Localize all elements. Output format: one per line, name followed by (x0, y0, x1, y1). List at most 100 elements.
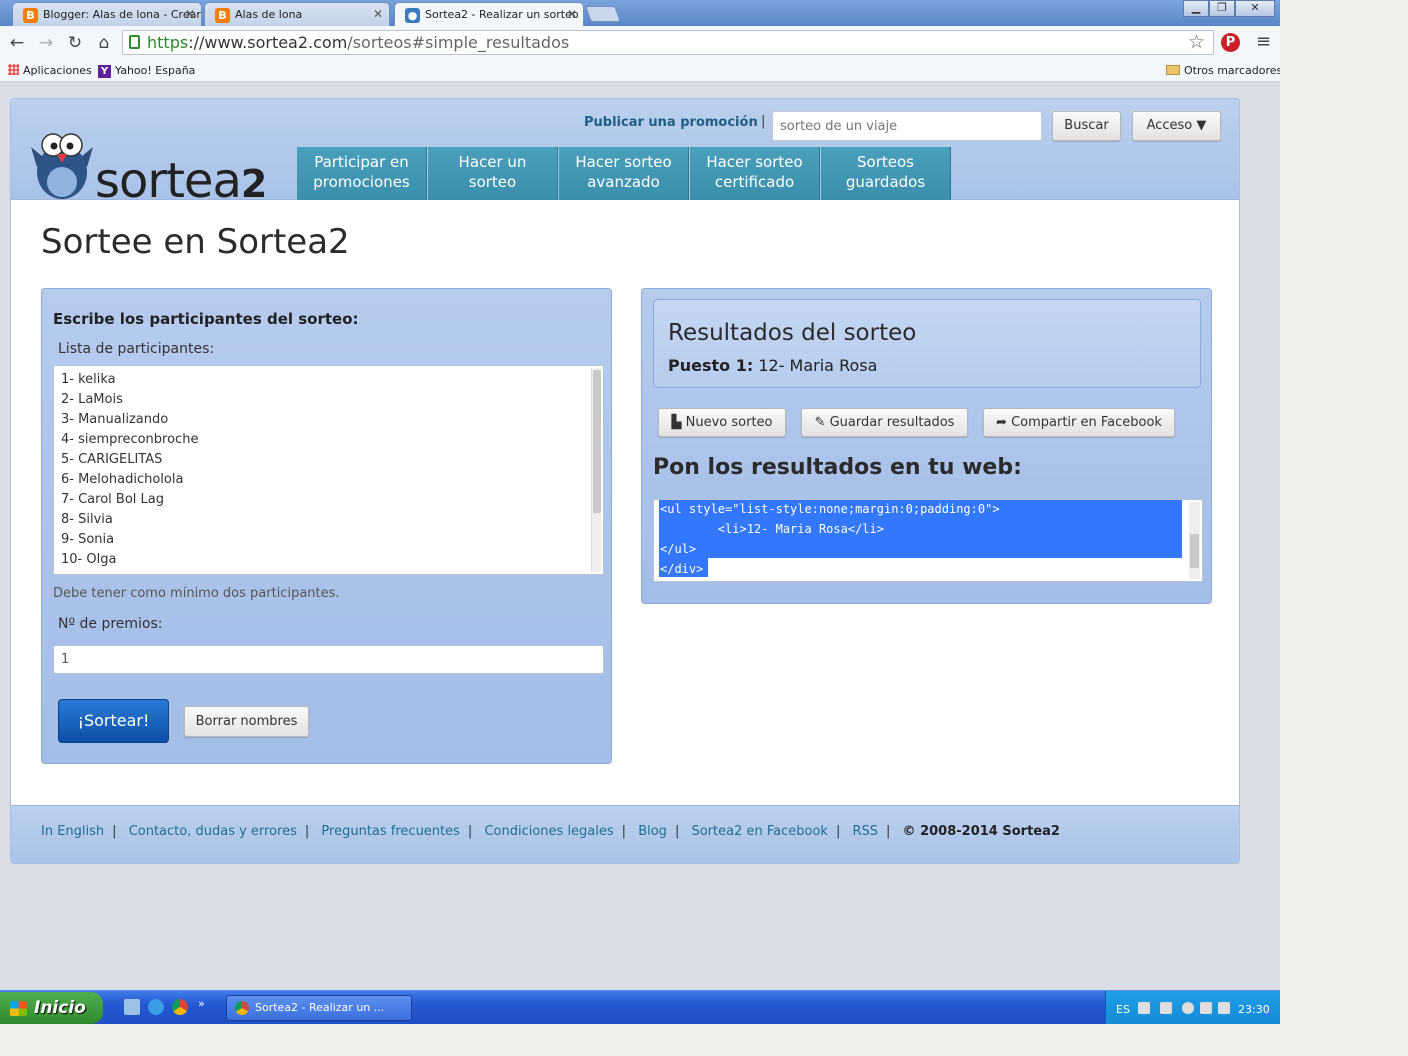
new-draw-button[interactable]: ▙ Nuevo sorteo (658, 408, 786, 437)
bookmark-star-icon[interactable]: ☆ (1188, 31, 1205, 53)
code-line: <li>12- Maria Rosa</li> (660, 522, 884, 536)
close-icon[interactable]: ✕ (185, 7, 195, 21)
embed-code-textarea[interactable]: <ul style="list-style:none;margin:0;padd… (653, 499, 1203, 582)
footer-link-blog[interactable]: Blog (638, 824, 667, 839)
chrome-icon[interactable] (172, 999, 188, 1015)
bookmark-apps[interactable]: Aplicaciones (8, 64, 92, 77)
start-button[interactable]: Inicio (0, 992, 103, 1024)
chrome-icon (235, 1001, 249, 1015)
network-icon[interactable] (1160, 1002, 1172, 1014)
chevron-right-icon[interactable]: » (198, 997, 205, 1010)
footer-link-legal[interactable]: Condiciones legales (484, 824, 613, 839)
address-bar[interactable]: https://www.sortea2.com/sorteos#simple_r… (122, 30, 1214, 55)
participant-line: 3- Manualizando (61, 412, 169, 427)
winner-label: Puesto 1: (668, 356, 754, 375)
scrollbar-thumb[interactable] (593, 370, 601, 513)
nav-sorteo-certificado[interactable]: Hacer sorteo certificado (690, 147, 820, 200)
participant-line: 5- CARIGELITAS (61, 452, 163, 467)
desktop-screen: B Blogger: Alas de lona - Crear ✕ B Alas… (0, 0, 1280, 1024)
url-path: /sorteos#simple_resultados (347, 33, 570, 52)
search-input[interactable] (772, 111, 1042, 141)
home-icon[interactable]: ⌂ (93, 32, 115, 54)
access-dropdown-button[interactable]: Acceso ▼ (1132, 111, 1221, 141)
internet-explorer-icon[interactable] (148, 999, 164, 1015)
participants-label: Lista de participantes: (58, 341, 215, 357)
close-window-button[interactable]: ✕ (1235, 0, 1275, 17)
sortea2-icon: ● (405, 8, 420, 23)
taskbar-window-label: Sortea2 - Realizar un ... (255, 1001, 385, 1014)
minimize-button[interactable]: ▁ (1183, 0, 1209, 17)
participants-textarea[interactable]: 1- kelika 2- LaMois 3- Manualizando 4- s… (53, 365, 604, 575)
nav-sorteo-avanzado[interactable]: Hacer sorteo avanzado (559, 147, 689, 200)
close-icon[interactable]: ✕ (567, 7, 577, 21)
publish-promo-link[interactable]: Publicar una promoción (584, 115, 758, 130)
form-heading: Escribe los participantes del sorteo: (53, 310, 359, 328)
page-title: Sortee en Sortea2 (41, 222, 350, 262)
clock: 23:30 (1238, 1003, 1270, 1016)
participant-line: 4- siempreconbroche (61, 432, 199, 447)
url-scheme: https (147, 33, 189, 52)
share-facebook-button[interactable]: ➦ Compartir en Facebook (983, 408, 1175, 437)
tab-alas-de-lona[interactable]: B Alas de lona ✕ (204, 2, 390, 26)
nav-label: avanzado (587, 173, 660, 191)
footer-link-faq[interactable]: Preguntas frecuentes (321, 824, 460, 839)
min-participants-note: Debe tener como mínimo dos participantes… (53, 586, 340, 601)
prizes-input[interactable] (53, 645, 604, 674)
nav-label: sorteo (468, 173, 517, 191)
tab-sortea2[interactable]: ● Sortea2 - Realizar un sorteo ✕ (394, 2, 584, 27)
tab-blogger-crear[interactable]: B Blogger: Alas de lona - Crear ✕ (12, 2, 202, 26)
reload-icon[interactable]: ↻ (64, 32, 86, 54)
textarea-scrollbar[interactable] (591, 368, 601, 572)
footer-link-contact[interactable]: Contacto, dudas y errores (129, 824, 297, 839)
show-desktop-icon[interactable] (124, 999, 140, 1015)
bookmark-other[interactable]: Otros marcadores (1166, 64, 1280, 77)
new-tab-button[interactable] (585, 6, 621, 22)
volume-icon[interactable] (1200, 1002, 1212, 1014)
bookmark-yahoo[interactable]: Y Yahoo! España (98, 64, 195, 78)
results-title: Resultados del sorteo (668, 320, 917, 346)
pinterest-icon[interactable]: P (1221, 33, 1240, 52)
restore-button[interactable]: ❐ (1209, 0, 1235, 17)
scrollbar-thumb[interactable] (1190, 534, 1199, 568)
chevron-left-icon[interactable] (1182, 1002, 1194, 1014)
footer-separator: | (112, 824, 117, 839)
nav-hacer-sorteo[interactable]: Hacer un sorteo (428, 147, 558, 200)
taskbar-window-chrome[interactable]: Sortea2 - Realizar un ... (226, 995, 412, 1021)
language-indicator[interactable]: ES (1116, 1003, 1130, 1016)
footer-link-english[interactable]: In English (41, 824, 104, 839)
share-icon: ➦ (996, 415, 1007, 430)
winner-line: Puesto 1: 12- Maria Rosa (668, 356, 877, 375)
code-line: </ul> (660, 542, 697, 556)
help-icon[interactable] (1138, 1002, 1150, 1014)
participant-line: 2- LaMois (61, 392, 123, 407)
nav-label: Hacer un (458, 153, 527, 171)
menu-icon[interactable]: ≡ (1256, 31, 1271, 52)
nav-sorteos-guardados[interactable]: Sorteos guardados (821, 147, 951, 200)
edit-icon: ✎ (814, 415, 826, 430)
participant-line: 8- Silvia (61, 512, 113, 527)
tab-title: Sortea2 - Realizar un sorteo (425, 8, 579, 21)
footer-separator: | (304, 824, 310, 839)
nav-label: Participar en (314, 153, 409, 171)
tab-strip: B Blogger: Alas de lona - Crear ✕ B Alas… (0, 0, 1280, 27)
code-scrollbar[interactable] (1189, 502, 1200, 579)
forward-icon[interactable]: → (35, 32, 57, 54)
participant-line: 1- kelika (61, 372, 116, 387)
button-label: Compartir en Facebook (1011, 415, 1162, 430)
save-results-button[interactable]: ✎ Guardar resultados (801, 408, 968, 437)
nav-label: Hacer sorteo (575, 153, 672, 171)
back-icon[interactable]: ← (6, 32, 28, 54)
search-button[interactable]: Buscar (1052, 111, 1121, 141)
nav-label: promociones (313, 173, 410, 191)
footer-link-rss[interactable]: RSS (852, 824, 878, 839)
footer-separator: | (886, 824, 891, 839)
site-logo[interactable]: sortea2 (95, 153, 267, 209)
draw-button[interactable]: ¡Sortear! (58, 699, 169, 743)
nav-participar[interactable]: Participar en promociones (297, 147, 427, 200)
button-label: Nuevo sorteo (685, 415, 773, 430)
security-icon[interactable] (1218, 1002, 1230, 1014)
apps-icon (8, 64, 19, 75)
footer-link-facebook[interactable]: Sortea2 en Facebook (691, 824, 827, 839)
close-icon[interactable]: ✕ (373, 7, 383, 21)
clear-names-button[interactable]: Borrar nombres (184, 706, 309, 737)
